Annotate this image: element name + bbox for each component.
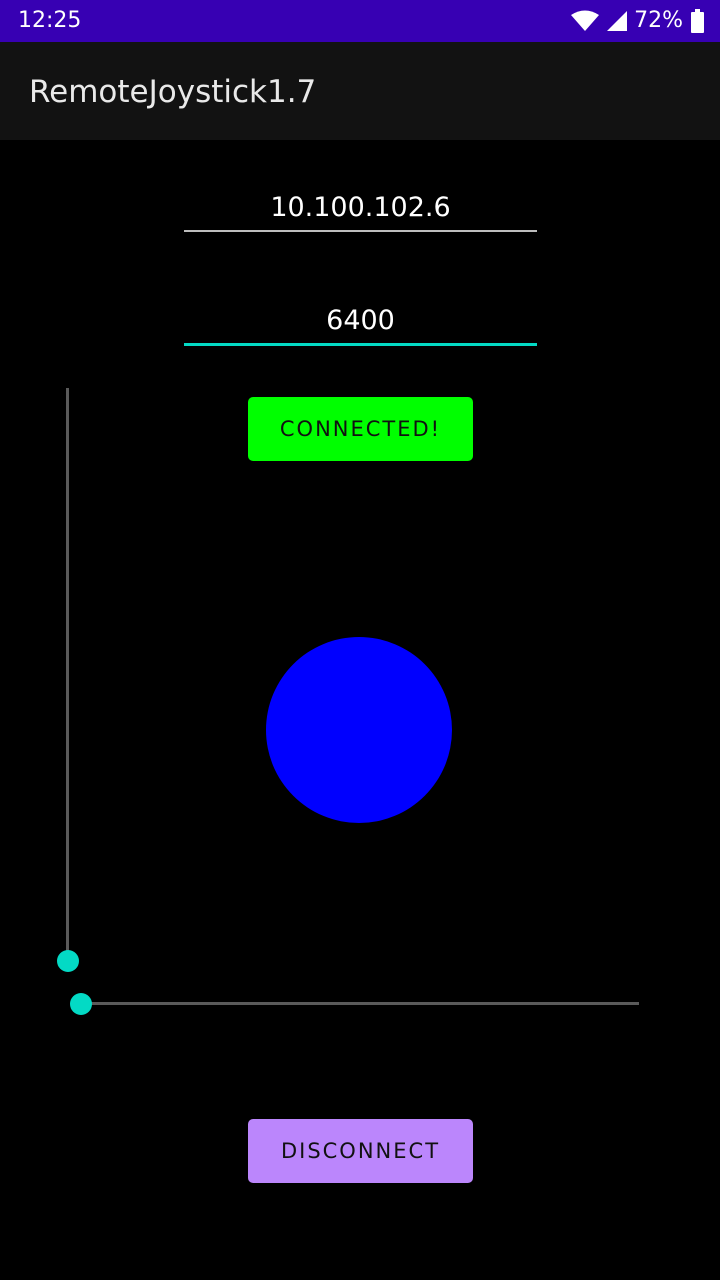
battery-percent: 72% [634, 8, 683, 33]
horizontal-slider-track[interactable] [81, 1002, 639, 1005]
vertical-slider-track[interactable] [66, 388, 69, 961]
app-title: RemoteJoystick1.7 [29, 74, 317, 110]
wifi-icon [570, 10, 600, 32]
ip-address-input[interactable] [184, 184, 537, 232]
status-icons: 72% [570, 7, 704, 35]
port-input[interactable] [184, 298, 537, 346]
horizontal-slider-thumb[interactable] [70, 993, 92, 1015]
vertical-slider-thumb[interactable] [57, 950, 79, 972]
disconnect-button[interactable]: DISCONNECT [248, 1119, 473, 1183]
connect-button[interactable]: CONNECTED! [248, 397, 473, 461]
screen: 12:25 72% RemoteJoystick1.7 10.100.102.6… [0, 0, 720, 1280]
status-time: 12:25 [18, 8, 82, 33]
battery-icon [691, 9, 704, 33]
joystick-knob[interactable] [266, 637, 452, 823]
cell-signal-icon [606, 10, 628, 32]
app-bar: RemoteJoystick1.7 [0, 42, 720, 140]
status-bar: 12:25 72% [0, 0, 720, 42]
